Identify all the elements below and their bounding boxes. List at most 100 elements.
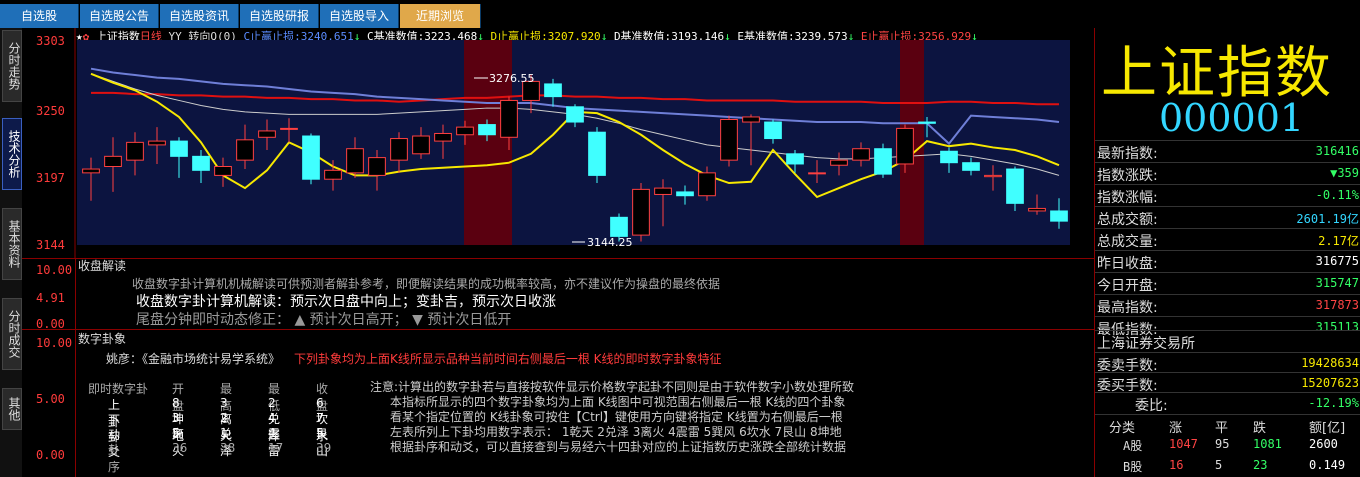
main-area: ★✿ 上证指数日线 YY 转向Q(0) C止赢止损:3240.651↓ C基准数… xyxy=(22,28,1094,477)
adv-cell: 95 xyxy=(1215,437,1230,451)
adv-cell: 16 xyxy=(1169,458,1184,472)
y-tick: 10.00 xyxy=(36,263,73,277)
side-tab-intraday[interactable]: 分时走势 xyxy=(2,30,22,102)
stat-label: 昨日收盘: xyxy=(1097,256,1158,272)
y-tick: 4.91 xyxy=(36,291,65,305)
panel-title: 收盘解读 xyxy=(78,259,127,273)
candle[interactable] xyxy=(302,133,320,185)
stat-value: -0.11% xyxy=(1315,188,1359,202)
exchange-name: 上海证券交易所 xyxy=(1097,336,1195,352)
order-label: 委比: xyxy=(1135,398,1168,414)
side-tab-fundamentals[interactable]: 基本资料 xyxy=(2,208,22,280)
stat-row: 指数涨跌: ▼359 xyxy=(1095,162,1360,185)
top-tab-bar: 自选股 自选股公告 自选股资讯 自选股研报 自选股导入 近期浏览 xyxy=(0,0,1094,28)
adv-cell: B股 xyxy=(1123,460,1143,474)
hexagram-notes: 注意:计算出的数字卦若与直接按软件显示价格数字起卦不同则是由于软件数字小数处理所… xyxy=(370,380,854,455)
side-tab-technical[interactable]: 技术分析 xyxy=(2,118,22,190)
adv-header: 分类 xyxy=(1109,421,1136,436)
disclaimer-text: 收盘数字卦计算机机械解读可供预测者解卦参考，即便解读结果的成功概率较高，亦不建议… xyxy=(132,277,721,291)
adv-cell: 1047 xyxy=(1169,437,1198,451)
stat-value: 315747 xyxy=(1315,276,1359,290)
side-tab-trades[interactable]: 分时成交 xyxy=(2,298,22,370)
order-row: 委卖手数: 19428634 xyxy=(1095,352,1360,374)
hexagram-cell: 卦序 xyxy=(108,443,121,474)
adv-header: 平 xyxy=(1215,421,1229,436)
note-line: 看某个指定位置的 K线卦象可按住【Ctrl】键使用方向键将指定 K线置为右侧最后… xyxy=(390,410,843,424)
adv-row: B股 16 5 23 0.149 xyxy=(1095,456,1360,476)
stat-label: 总成交额: xyxy=(1097,212,1158,228)
correction-line: 尾盘分钟即时动态修正： ▲ 预计次日高开； ▼ 预计次日低开 xyxy=(136,312,512,328)
tab-recent[interactable]: 近期浏览 xyxy=(400,4,481,28)
adv-cell: 1081 xyxy=(1253,437,1282,451)
adv-cell: 0.149 xyxy=(1309,458,1346,472)
tab-watchlist-import[interactable]: 自选股导入 xyxy=(320,4,399,28)
order-value: 19428634 xyxy=(1301,356,1359,370)
candle[interactable] xyxy=(632,183,650,242)
note-line: 左表所列上下卦均用数字表示： 1乾天 2兑泽 3离火 4震雷 5巽风 6坎水 7… xyxy=(390,425,842,439)
hexagram-cell: 5 xyxy=(172,426,180,440)
adv-row: A股 1047 95 1081 2600 xyxy=(1095,435,1360,455)
stat-value: 2.17亿 xyxy=(1318,234,1359,248)
hexagram-cell: 5 xyxy=(316,426,324,440)
left-vertical-tabs: 分时走势 技术分析 基本资料 分时成交 其他 xyxy=(0,28,22,477)
order-value: 15207623 xyxy=(1301,376,1359,390)
tab-watchlist-research[interactable]: 自选股研报 xyxy=(240,4,319,28)
note-line: 注意:计算出的数字卦若与直接按软件显示价格数字起卦不同则是由于软件数字小数处理所… xyxy=(370,380,855,394)
stat-row: 总成交额: 2601.19亿 xyxy=(1095,206,1360,229)
panel-hexagram: 10.00 5.00 0.00 数字卦象 姚彦：《金融市场统计易学系统》 下列卦… xyxy=(22,330,1094,477)
quote-panel: 上证指数 000001 最新指数: 316416 指数涨跌: ▼359 指数涨幅: -0.… xyxy=(1094,28,1360,477)
index-code: 000001 xyxy=(1159,96,1305,140)
stat-value: 316775 xyxy=(1315,254,1359,268)
hexagram-cell: 36 xyxy=(172,441,188,455)
stat-row: 昨日收盘: 316775 xyxy=(1095,250,1360,273)
svg-text:3276.55: 3276.55 xyxy=(489,72,535,85)
stat-value: 2601.19亿 xyxy=(1296,212,1359,226)
stat-label: 今日开盘: xyxy=(1097,278,1158,294)
stat-label: 指数涨幅: xyxy=(1097,190,1158,206)
stat-value: 316416 xyxy=(1315,144,1359,158)
svg-text:3144.25: 3144.25 xyxy=(587,236,633,249)
stat-row: 今日开盘: 315747 xyxy=(1095,272,1360,295)
adv-header: 涨 xyxy=(1169,421,1183,436)
stat-label: 最高指数: xyxy=(1097,300,1158,316)
system-name: 姚彦：《金融市场统计易学系统》 xyxy=(106,352,281,366)
stat-label: 最新指数: xyxy=(1097,146,1158,162)
adv-cell: 2600 xyxy=(1309,437,1338,451)
hexagram-notice: 下列卦象均为上面K线所显示品种当前时间右侧最后一根 K线的即时数字卦象特征 xyxy=(294,352,722,366)
hexagram-cell: 4 xyxy=(268,426,276,440)
note-line: 本指标所显示的四个数字卦象均为上面 K线图中可视范围右侧最后一根 K线的四个卦象 xyxy=(390,395,846,409)
tab-watchlist-news[interactable]: 自选股资讯 xyxy=(160,4,239,28)
panel-close-interpretation: 10.00 4.91 0.00 收盘解读 收盘数字卦计算机机械解读可供预测者解卦… xyxy=(22,259,1094,331)
adv-cell: 5 xyxy=(1215,458,1223,472)
stat-row: 最新指数: 316416 xyxy=(1095,140,1360,163)
adv-header: 跌 xyxy=(1253,421,1267,436)
stat-label: 总成交量: xyxy=(1097,234,1158,250)
order-row: 委比: -12.19% xyxy=(1095,392,1360,414)
hexagram-cell: 38 xyxy=(220,441,236,455)
y-tick: 0.00 xyxy=(36,448,65,462)
adv-header: 额[亿] xyxy=(1309,421,1346,436)
tab-watchlist-announcements[interactable]: 自选股公告 xyxy=(80,4,159,28)
stat-value: 317873 xyxy=(1315,298,1359,312)
table-header: 即时数字卦 xyxy=(88,382,149,396)
exchange-row: 上海证券交易所 xyxy=(1095,330,1360,353)
adv-cell: A股 xyxy=(1123,439,1143,453)
interpretation-line: 收盘数字卦计算机解读：预示次日盘中向上；变卦吉，预示次日收涨 xyxy=(136,294,556,310)
highlight-band xyxy=(464,40,512,245)
candle[interactable] xyxy=(588,127,606,184)
note-line: 根据卦序和动爻，可以直接查到与易经六十四卦对应的上证指数历史涨跌全部统计数据 xyxy=(390,440,847,454)
stat-value: ▼359 xyxy=(1330,166,1359,180)
hexagram-cell: 39 xyxy=(316,441,332,455)
candle[interactable] xyxy=(720,115,738,167)
candle[interactable] xyxy=(874,143,892,178)
order-value: -12.19% xyxy=(1308,396,1359,410)
stat-row: 指数涨幅: -0.11% xyxy=(1095,184,1360,207)
hexagram-cell: 1 xyxy=(220,426,228,440)
side-tab-other[interactable]: 其他 xyxy=(2,388,22,430)
y-tick: 5.00 xyxy=(36,392,65,406)
tab-watchlist[interactable]: 自选股 xyxy=(0,4,79,28)
adv-cell: 23 xyxy=(1253,458,1268,472)
y-tick: 10.00 xyxy=(36,336,73,350)
stat-row: 总成交量: 2.17亿 xyxy=(1095,228,1360,251)
candlestick-chart[interactable]: 3276.55 3144.25 xyxy=(22,28,1094,258)
